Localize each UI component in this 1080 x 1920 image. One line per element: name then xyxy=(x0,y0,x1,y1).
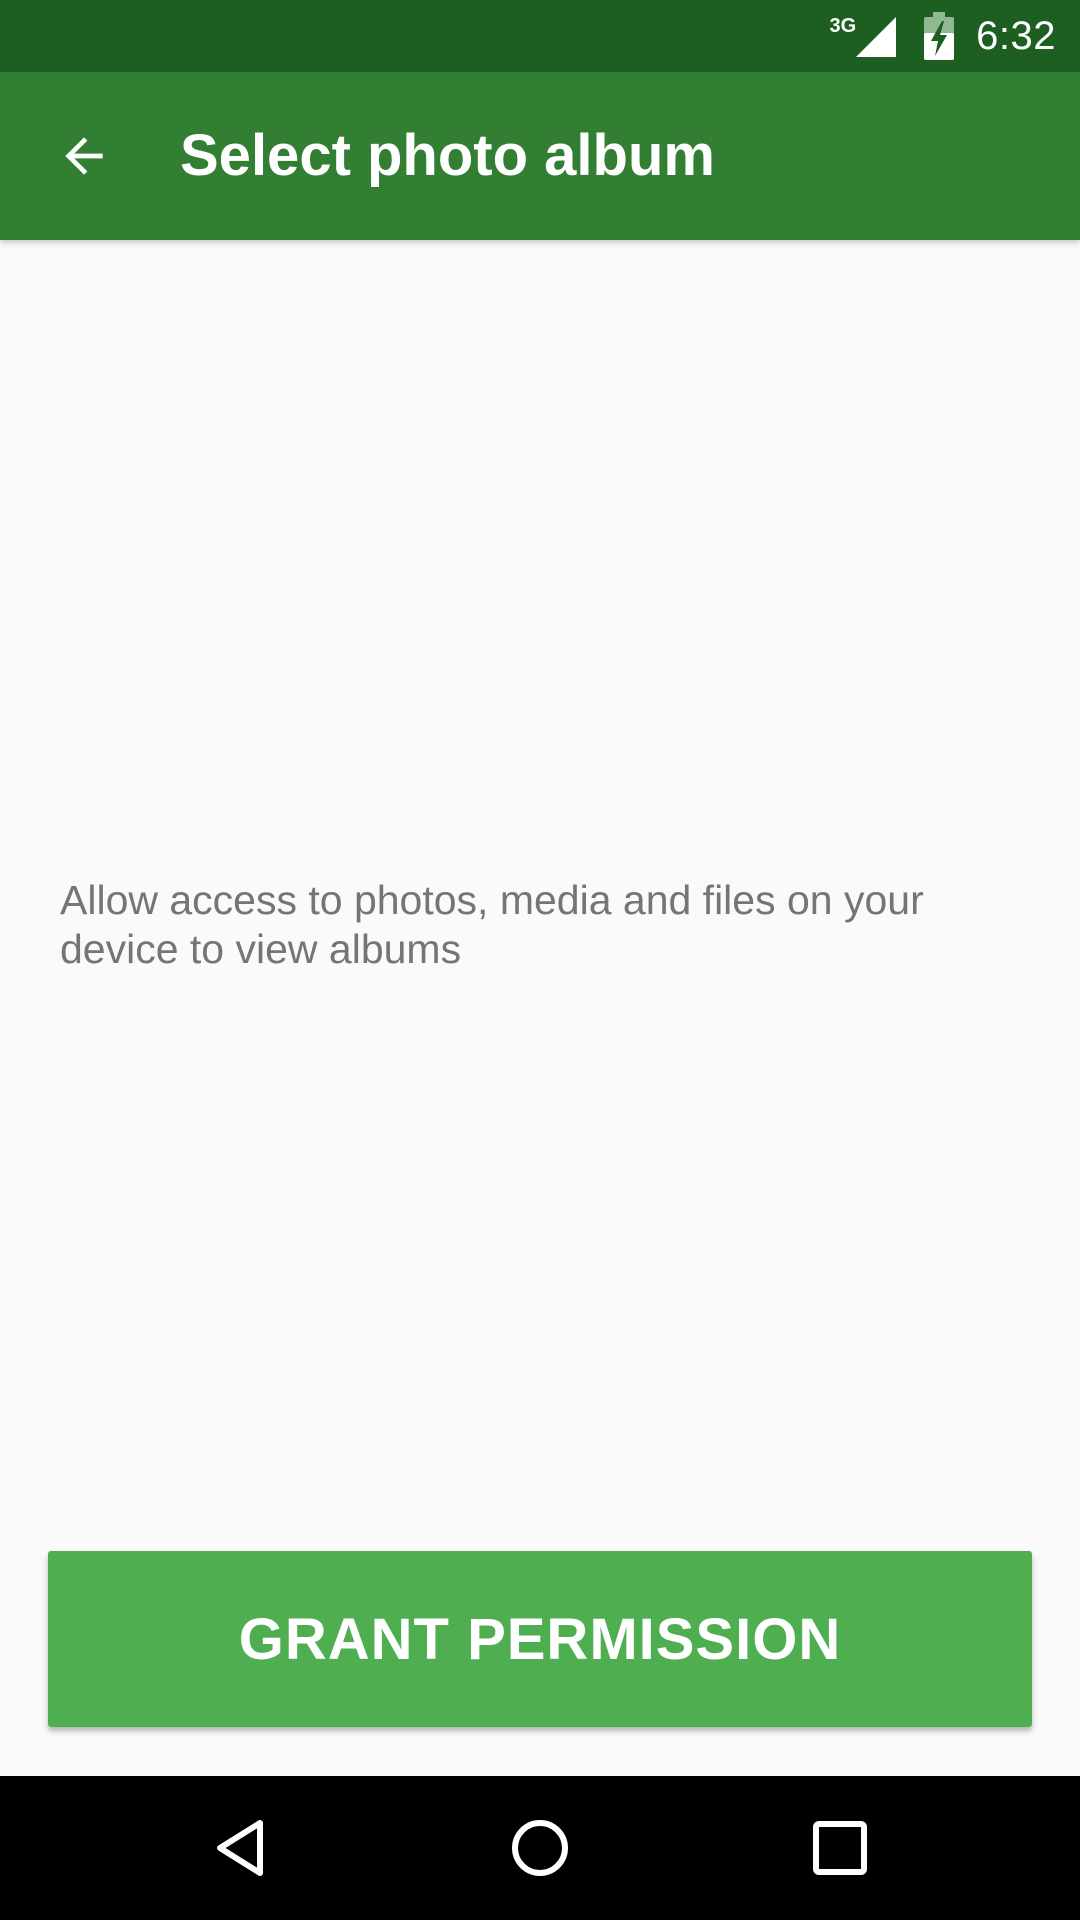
status-icons: 3G 6:32 xyxy=(829,0,1056,72)
clock: 6:32 xyxy=(976,13,1056,58)
grant-permission-button[interactable]: GRANT PERMISSION xyxy=(48,1551,1032,1727)
permission-message: Allow access to photos, media and files … xyxy=(60,877,924,972)
app-bar: Select photo album xyxy=(0,72,1080,240)
signal-icon xyxy=(856,17,897,57)
nav-recents-button[interactable] xyxy=(790,1798,890,1898)
network-type-label: 3G xyxy=(829,14,857,37)
nav-back-button[interactable] xyxy=(190,1798,290,1898)
back-button[interactable] xyxy=(30,112,138,200)
screen: 3G 6:32 Select photo album Allow access … xyxy=(0,0,1080,1920)
status-bar: 3G 6:32 xyxy=(0,0,1080,72)
page-title: Select photo album xyxy=(180,123,715,188)
nav-recents-icon xyxy=(813,1821,867,1875)
nav-back-icon xyxy=(217,1820,263,1876)
navigation-bar xyxy=(0,1776,1080,1920)
nav-home-button[interactable] xyxy=(490,1798,590,1898)
battery-charging-icon xyxy=(924,12,955,60)
arrow-back-icon xyxy=(65,137,103,175)
nav-home-icon xyxy=(512,1820,568,1876)
